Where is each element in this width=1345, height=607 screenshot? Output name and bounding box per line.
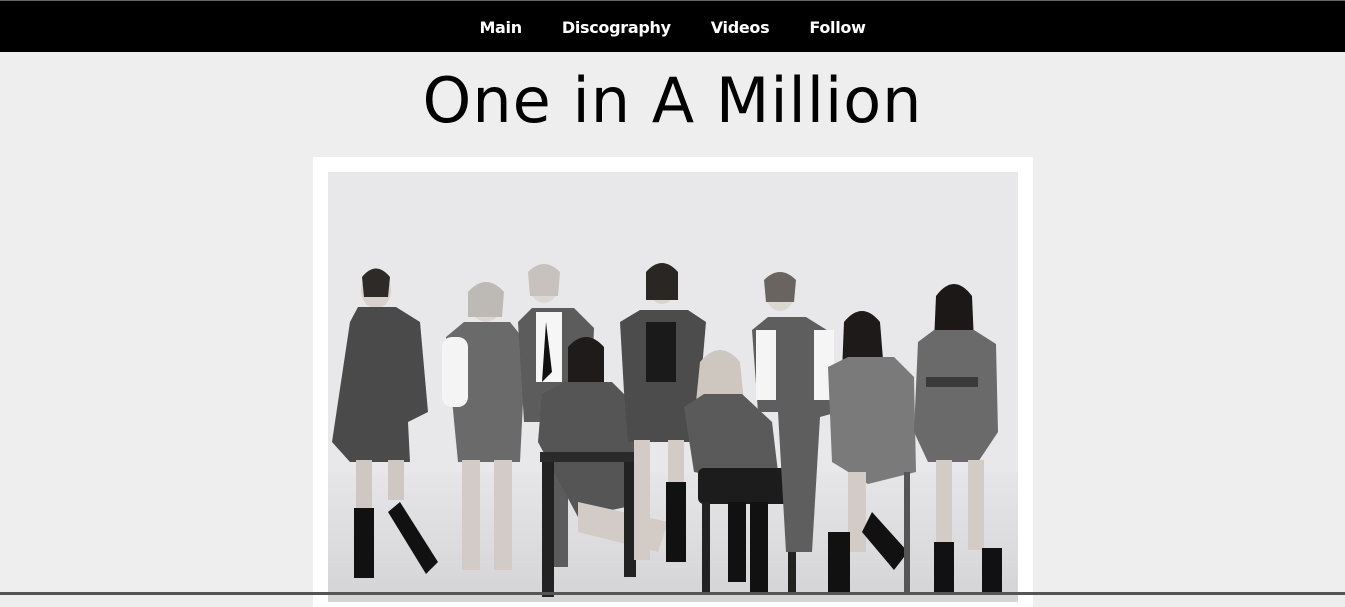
group-photo-illustration: [328, 172, 1018, 602]
group-photo: [328, 172, 1018, 602]
nav-link-videos[interactable]: Videos: [711, 18, 770, 37]
page-title: One in A Million: [422, 64, 923, 137]
photo-frame: [313, 157, 1033, 607]
top-navigation-bar: Main Discography Videos Follow: [0, 0, 1345, 52]
nav-links: Main Discography Videos Follow: [0, 1, 1345, 53]
nav-link-main[interactable]: Main: [479, 18, 522, 37]
nav-link-discography[interactable]: Discography: [562, 18, 671, 37]
nav-link-follow[interactable]: Follow: [809, 18, 866, 37]
